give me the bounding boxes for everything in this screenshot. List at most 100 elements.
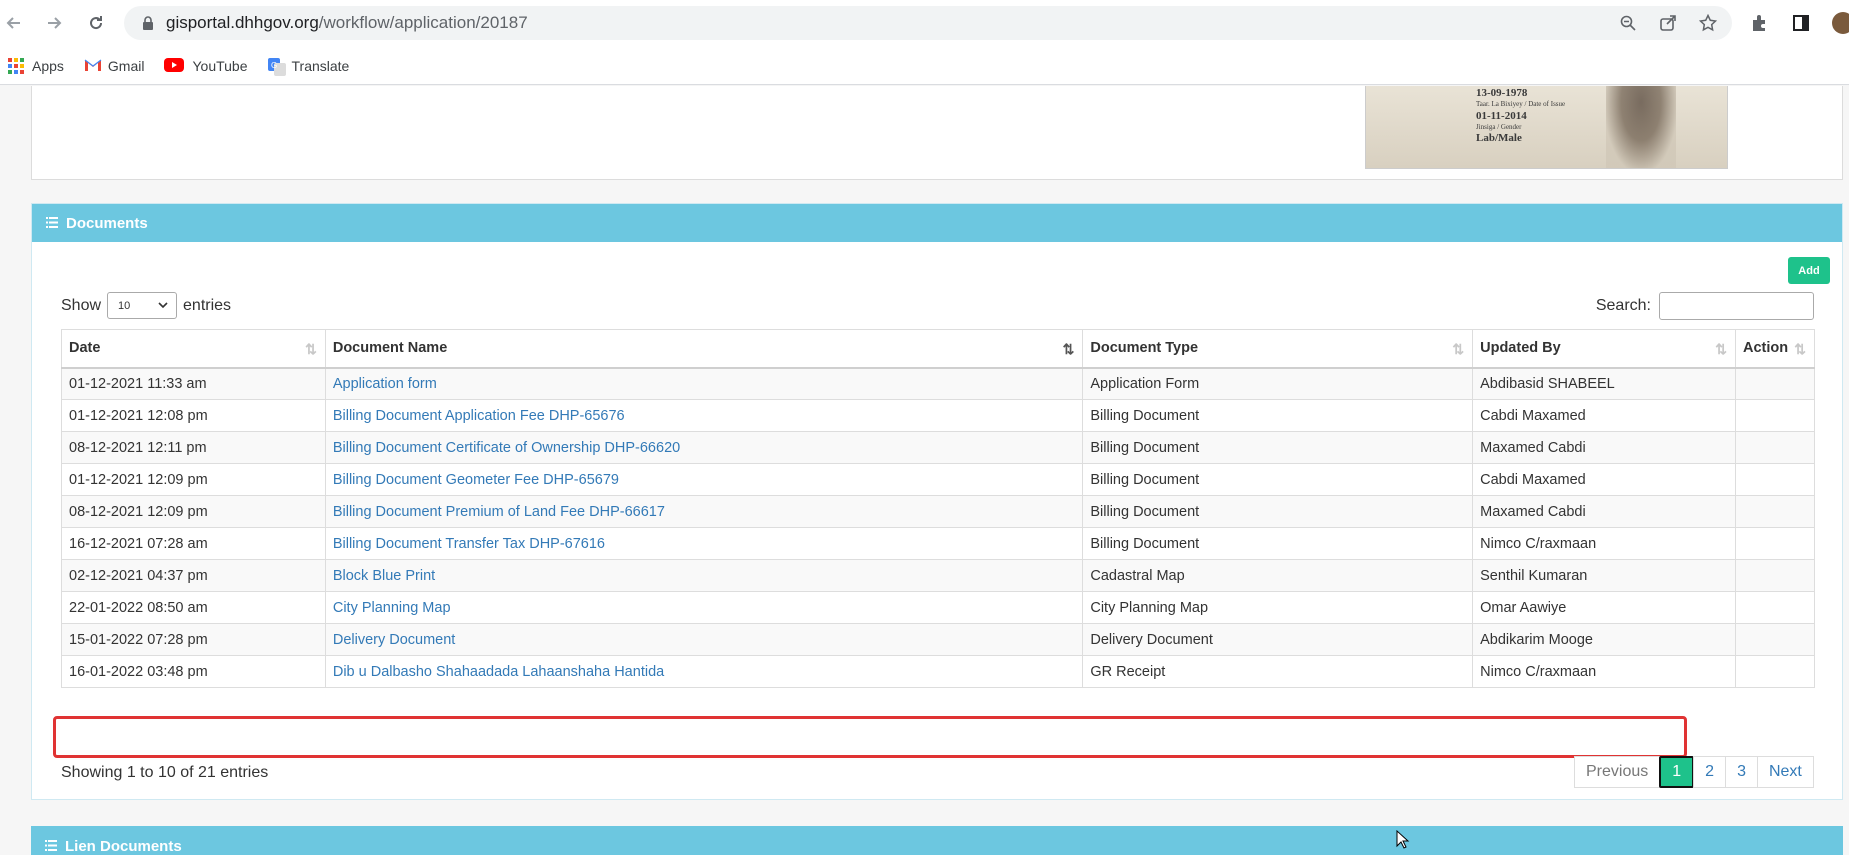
- entries-label: entries: [183, 296, 232, 314]
- reload-icon[interactable]: [82, 9, 110, 37]
- document-link[interactable]: Billing Document Certificate of Ownershi…: [333, 440, 680, 456]
- cell-date: 16-12-2021 07:28 am: [61, 527, 326, 560]
- pagination-next[interactable]: Next: [1756, 756, 1814, 788]
- table-header-row: Date ⇅ Document Name ⇅ Document Type ⇅ Upda…: [61, 329, 1816, 369]
- zoom-icon[interactable]: [1618, 13, 1638, 33]
- cell-document-name: Dib u Dalbasho Shahaadada Lahaanshaha Ha…: [324, 655, 1084, 688]
- bookmark-label: Apps: [32, 57, 64, 74]
- share-icon[interactable]: [1658, 13, 1678, 33]
- cell-document-name: Billing Document Transfer Tax DHP-67616: [324, 527, 1084, 560]
- cell-document-name: Billing Document Certificate of Ownershi…: [324, 431, 1084, 464]
- search-input[interactable]: [1659, 292, 1814, 320]
- document-link[interactable]: Dib u Dalbasho Shahaadada Lahaanshaha Ha…: [333, 664, 664, 680]
- cell-document-type: Application Form: [1082, 367, 1474, 400]
- pagination-page-3[interactable]: 3: [1725, 756, 1758, 788]
- search-label: Search:: [1595, 297, 1651, 314]
- document-link[interactable]: Delivery Document: [333, 632, 456, 648]
- column-header-date[interactable]: Date ⇅: [61, 329, 326, 369]
- gmail-icon: [84, 58, 102, 74]
- url-host: gisportal.dhhgov.org: [166, 13, 319, 32]
- pagination-page-2[interactable]: 2: [1693, 756, 1727, 788]
- list-icon: [45, 838, 57, 855]
- table-row: 15-01-2022 07:28 pm Delivery Document Deli…: [61, 623, 1816, 656]
- column-header-action[interactable]: Action ⇅: [1734, 329, 1816, 369]
- cell-document-type: Cadastral Map: [1082, 559, 1474, 592]
- bookmark-gmail[interactable]: Gmail: [84, 58, 144, 74]
- cell-document-type: Billing Document: [1082, 431, 1474, 464]
- entries-select[interactable]: 10: [107, 292, 178, 319]
- mouse-cursor-icon: [1396, 829, 1410, 850]
- translate-icon: G: [267, 57, 286, 76]
- document-link[interactable]: Billing Document Application Fee DHP-656…: [333, 408, 625, 424]
- cell-updated-by: Omar Aawiye: [1472, 591, 1736, 624]
- back-icon[interactable]: [0, 9, 28, 37]
- cell-updated-by: Abdibasid SHABEEL: [1472, 367, 1736, 400]
- document-link[interactable]: Billing Document Transfer Tax DHP-67616: [333, 536, 605, 552]
- document-link[interactable]: Block Blue Print: [333, 568, 435, 584]
- document-link[interactable]: Application form: [333, 376, 437, 392]
- cell-action: [1734, 623, 1816, 656]
- document-link[interactable]: City Planning Map: [333, 600, 451, 616]
- cell-action: [1734, 591, 1816, 624]
- cell-document-type: Delivery Document: [1082, 623, 1474, 656]
- cell-action: [1734, 559, 1816, 592]
- side-panel-icon[interactable]: [1790, 12, 1812, 34]
- cell-action: [1734, 495, 1816, 528]
- id-issue-date: 01-11-2014: [1476, 110, 1527, 122]
- pagination-previous[interactable]: Previous: [1574, 756, 1661, 788]
- column-label: Date: [69, 340, 101, 357]
- table-row: 16-12-2021 07:28 am Billing Document Tran…: [61, 527, 1816, 560]
- column-header-document-name[interactable]: Document Name ⇅: [324, 329, 1084, 369]
- cell-updated-by: Cabdi Maxamed: [1472, 399, 1736, 432]
- id-portrait: [1606, 86, 1676, 168]
- pagination-page-1[interactable]: 1: [1659, 756, 1695, 788]
- document-link[interactable]: Billing Document Geometer Fee DHP-65679: [333, 472, 619, 488]
- cell-updated-by: Nimco C/raxmaan: [1472, 527, 1736, 560]
- table-row: 08-12-2021 12:09 pm Billing Document Prem…: [61, 495, 1816, 528]
- table-row: 01-12-2021 12:08 pm Billing Document Appl…: [61, 399, 1816, 432]
- table-row: 01-12-2021 11:33 am Application form Appli…: [61, 367, 1816, 400]
- cell-date: 22-01-2022 08:50 am: [61, 591, 326, 624]
- id-gender: Lab/Male: [1476, 132, 1522, 144]
- cell-updated-by: Maxamed Cabdi: [1472, 431, 1736, 464]
- url-path: /workflow/application/20187: [318, 13, 528, 32]
- cell-updated-by: Cabdi Maxamed: [1472, 463, 1736, 496]
- id-issue-label: Taar. La Bixiyey / Date of Issue: [1476, 100, 1566, 108]
- cell-date: 01-12-2021 12:08 pm: [61, 399, 326, 432]
- sort-icon: ⇅: [305, 341, 317, 357]
- profile-avatar[interactable]: [1832, 12, 1849, 34]
- cell-document-type: City Planning Map: [1082, 591, 1474, 624]
- cell-document-type: Billing Document: [1082, 527, 1474, 560]
- bookmark-apps[interactable]: Apps: [8, 57, 64, 74]
- column-header-document-type[interactable]: Document Type ⇅: [1082, 329, 1474, 369]
- lien-documents-title: Lien Documents: [65, 837, 182, 855]
- bookmark-star-icon[interactable]: [1698, 13, 1718, 33]
- document-link[interactable]: Billing Document Premium of Land Fee DHP…: [333, 504, 665, 520]
- extensions-icon[interactable]: [1748, 12, 1770, 34]
- pagination: Previous 1 2 3 Next: [1574, 756, 1814, 788]
- column-header-updated-by[interactable]: Updated By ⇅: [1472, 329, 1736, 369]
- column-label: Action: [1742, 340, 1789, 357]
- cell-action: [1734, 431, 1816, 464]
- table-row: 16-01-2022 03:48 pm Dib u Dalbasho Shahaa…: [61, 655, 1816, 688]
- documents-panel: Documents Add Show 10 entries Search: Da…: [31, 203, 1843, 800]
- cell-date: 08-12-2021 12:09 pm: [61, 495, 326, 528]
- bookmark-translate[interactable]: G Translate: [267, 57, 350, 76]
- cell-updated-by: Senthil Kumaran: [1472, 559, 1736, 592]
- sort-icon: ⇅: [1452, 341, 1465, 357]
- bookmark-youtube[interactable]: YouTube: [164, 57, 248, 74]
- lien-documents-panel-header: Lien Documents: [31, 826, 1843, 855]
- forward-icon[interactable]: [40, 9, 68, 37]
- cell-updated-by: Abdikarim Mooge: [1472, 623, 1736, 656]
- cell-document-type: Billing Document: [1082, 463, 1474, 496]
- id-card-image: 13-09-1978 Taar. La Bixiyey / Date of Is…: [1365, 86, 1728, 169]
- add-document-button[interactable]: Add: [1788, 257, 1830, 284]
- bookmark-label: Translate: [291, 57, 350, 74]
- address-bar[interactable]: gisportal.dhhgov.org/workflow/applicatio…: [124, 6, 1732, 40]
- documents-table: Date ⇅ Document Name ⇅ Document Type ⇅ Upda…: [61, 329, 1816, 688]
- cell-date: 15-01-2022 07:28 pm: [61, 623, 326, 656]
- cell-document-name: Billing Document Premium of Land Fee DHP…: [324, 495, 1084, 528]
- documents-title: Documents: [66, 214, 148, 232]
- column-label: Document Name: [332, 340, 448, 357]
- url-text: gisportal.dhhgov.org/workflow/applicatio…: [166, 13, 528, 33]
